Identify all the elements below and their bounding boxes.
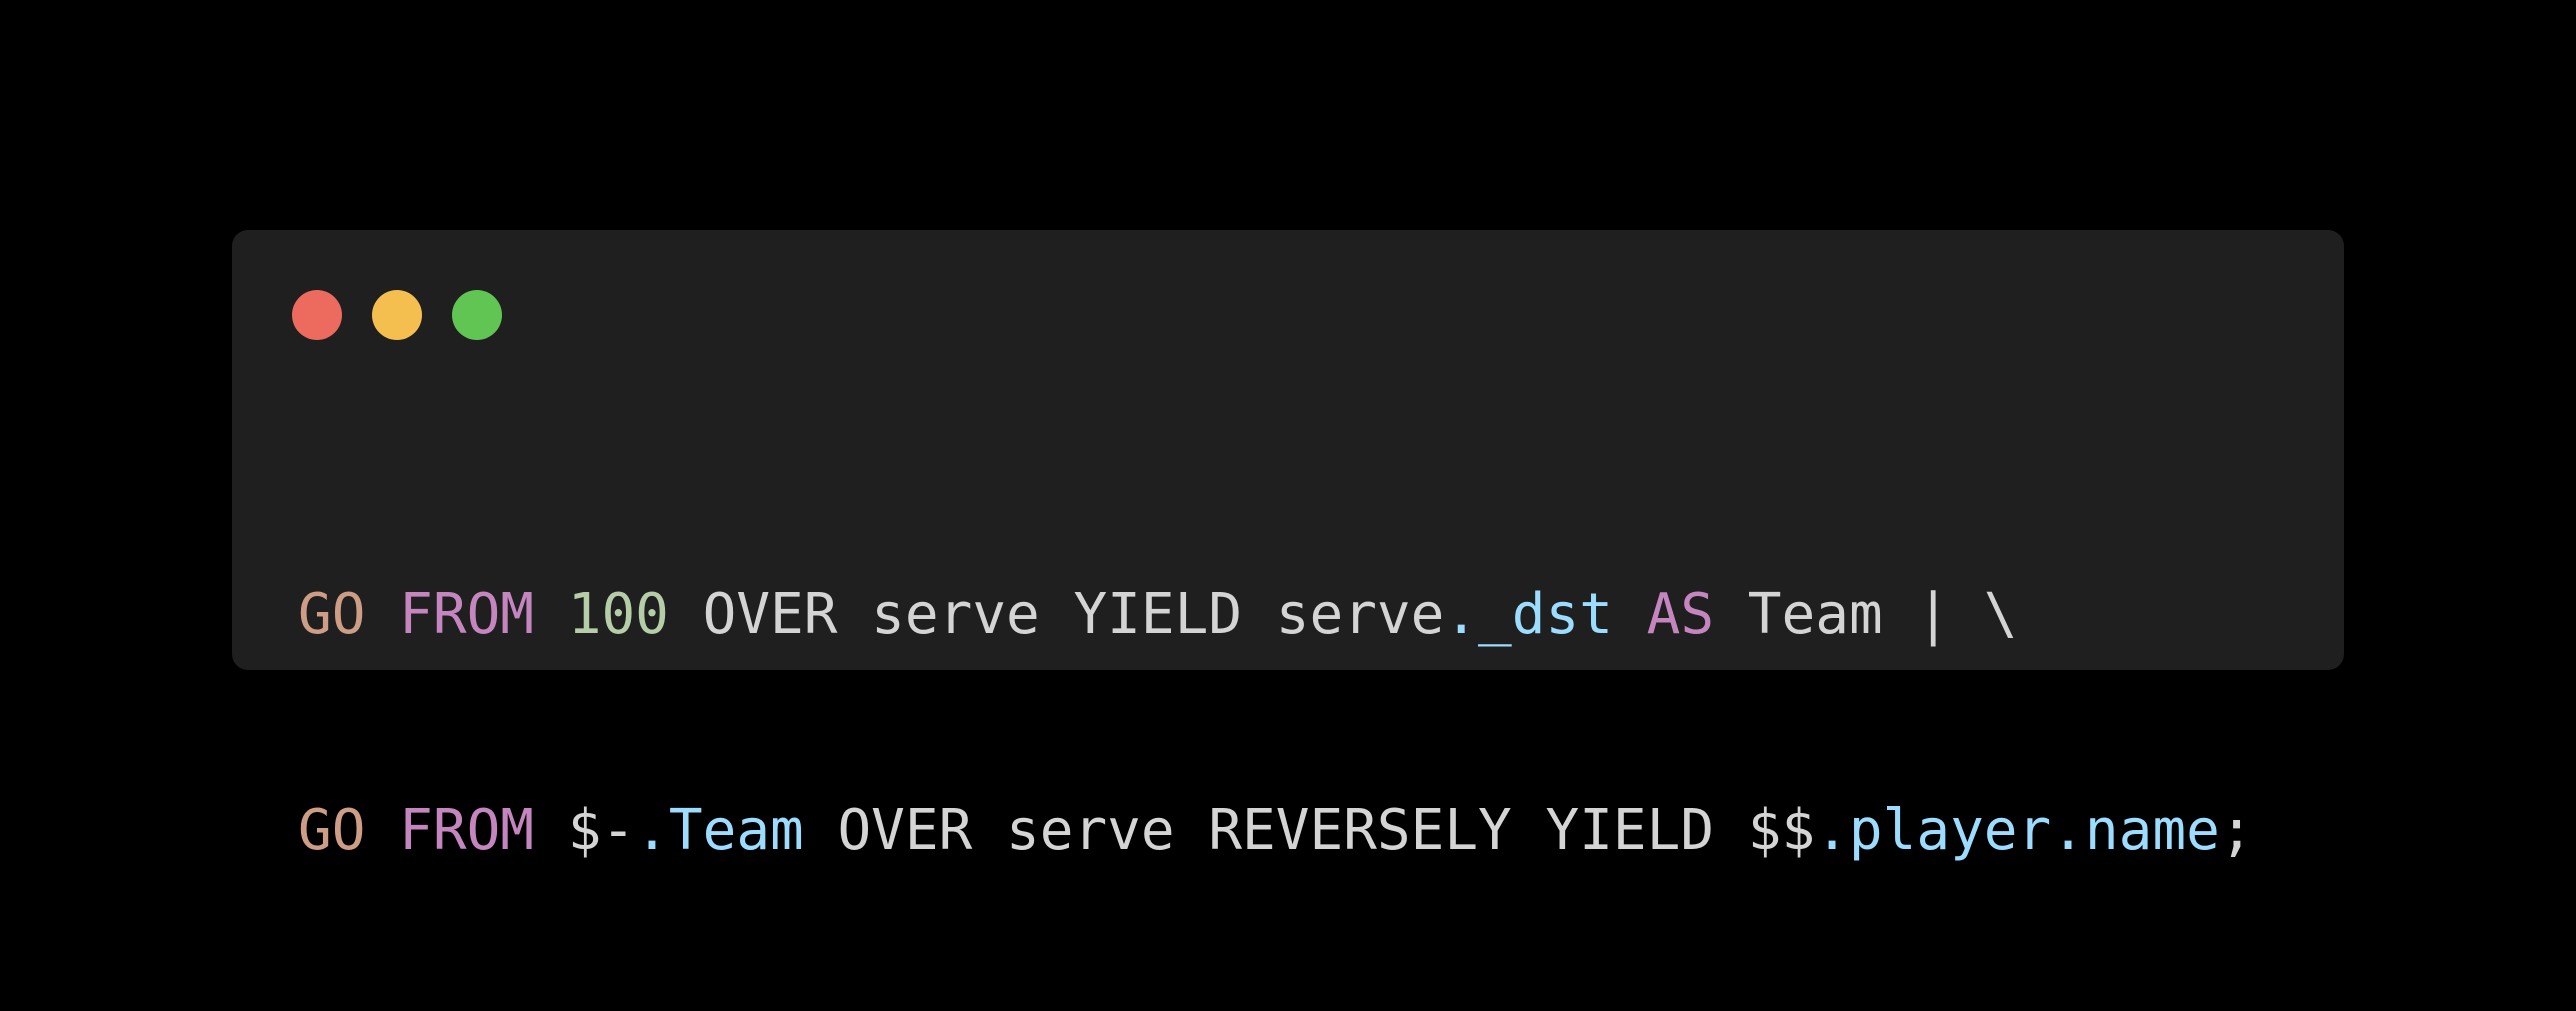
- code-token-number: 100: [567, 582, 669, 647]
- code-block: GO FROM 100 OVER serve YIELD serve._dst …: [298, 435, 2254, 1011]
- code-window: GO FROM 100 OVER serve YIELD serve._dst …: [232, 230, 2344, 863]
- code-token-keyword: FROM: [399, 582, 535, 647]
- code-line-1: GO FROM 100 OVER serve YIELD serve._dst …: [298, 579, 2254, 651]
- code-token-go: GO: [298, 582, 366, 647]
- code-token-property: ._dst: [1444, 582, 1613, 647]
- code-token-plain: OVER serve REVERSELY YIELD $$: [803, 798, 1816, 863]
- window-controls: [292, 290, 502, 340]
- code-token-plain: Team | \: [1714, 582, 2018, 647]
- code-token-plain: OVER serve YIELD serve: [668, 582, 1445, 647]
- code-token-keyword: AS: [1646, 582, 1715, 647]
- code-token-go: GO: [298, 798, 366, 863]
- code-token-property: .Team: [635, 798, 804, 863]
- code-line-2: GO FROM $-.Team OVER serve REVERSELY YIE…: [298, 795, 2254, 867]
- code-token-plain: $-: [534, 798, 636, 863]
- code-token-property: .player.name: [1815, 798, 2220, 863]
- maximize-dot[interactable]: [452, 290, 502, 340]
- minimize-dot[interactable]: [372, 290, 422, 340]
- code-token-keyword: FROM: [399, 798, 535, 863]
- close-dot[interactable]: [292, 290, 342, 340]
- code-token-plain: ;: [2219, 798, 2254, 863]
